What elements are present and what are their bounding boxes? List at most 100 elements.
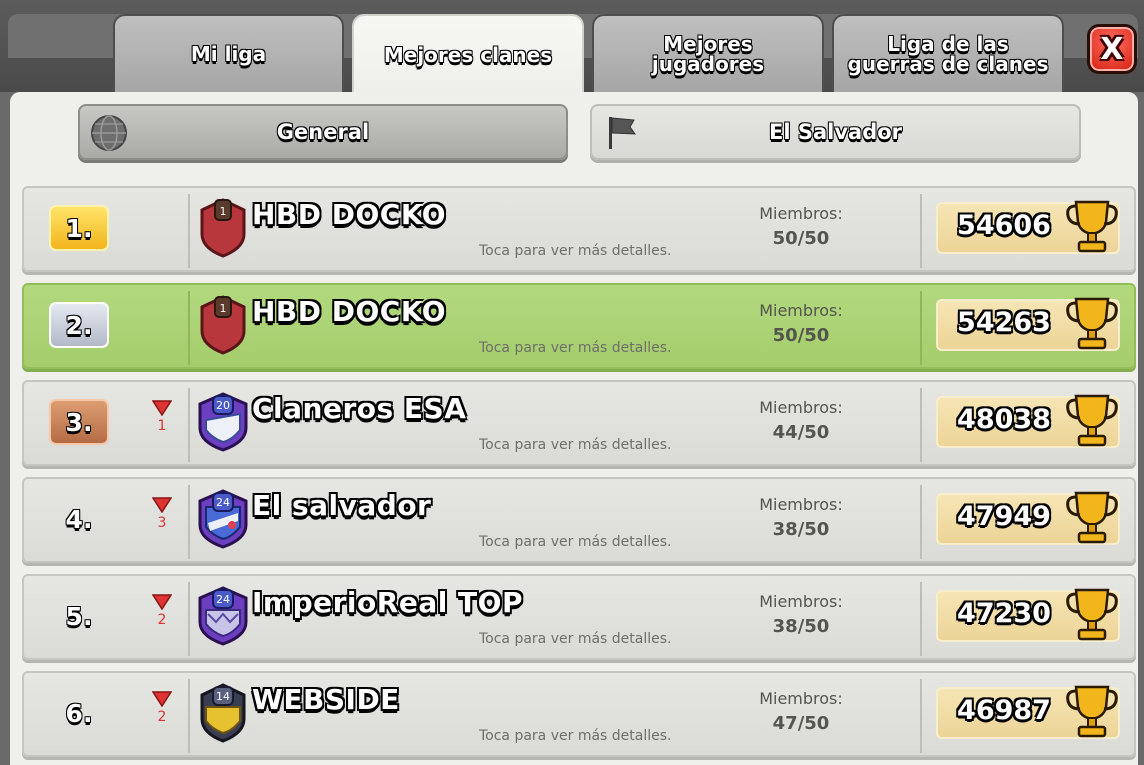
filter-global-label: General: [276, 120, 370, 144]
filter-country-label: El Salvador: [768, 120, 903, 144]
clan-level-text: 20: [216, 399, 230, 412]
rank-badge: 6.: [65, 698, 93, 728]
row-divider: [920, 485, 922, 559]
row-divider: [188, 291, 190, 365]
tab-top-players[interactable]: Mejores jugadores: [592, 14, 824, 92]
clan-row[interactable]: 1. 1 HBD DOCKO Toca para ver más detalle…: [22, 186, 1136, 272]
tab-my-league[interactable]: Mi liga: [113, 14, 344, 92]
rank-change-value: 1: [157, 418, 167, 434]
clan-name: HBD DOCKO: [252, 198, 447, 231]
tab-top-players-label: Mejores jugadores: [651, 32, 765, 76]
members-count: 38/50: [772, 616, 830, 637]
arrow-down-icon: [152, 691, 172, 707]
trophy-score-box: 54263: [936, 297, 1120, 351]
close-button[interactable]: X: [1087, 24, 1137, 74]
trophy-icon: [1066, 588, 1118, 641]
trophy-score: 54263: [957, 307, 1051, 338]
trophy-score-box: 46987: [936, 685, 1120, 739]
row-divider: [920, 679, 922, 753]
members-label: Miembros:: [759, 689, 843, 708]
rank-change-value: 2: [157, 612, 167, 628]
clan-row[interactable]: 2. 1 HBD DOCKO Toca para ver más detalle…: [22, 283, 1136, 369]
clan-badge-icon: 1: [200, 198, 246, 258]
rank-change-value: 2: [157, 709, 167, 725]
tab-my-league-label: Mi liga: [190, 42, 267, 66]
clan-badge-icon: 24: [198, 489, 248, 549]
tab-clan-war-league-label: Liga de las guerras de clanes: [847, 32, 1049, 76]
clan-level-text: 1: [220, 205, 227, 218]
members-count: 38/50: [772, 519, 830, 540]
flag-icon: [609, 117, 637, 149]
members-label: Miembros:: [759, 495, 843, 514]
members-count: 50/50: [772, 228, 830, 249]
arrow-down-icon: [152, 400, 172, 416]
clan-level-text: 14: [216, 690, 230, 703]
clan-badge-icon: 1: [200, 295, 246, 355]
trophy-score: 47230: [957, 598, 1051, 629]
row-divider: [188, 679, 190, 753]
trophy-score: 54606: [957, 210, 1051, 241]
clan-name: WEBSIDE: [252, 683, 400, 716]
row-divider: [920, 291, 922, 365]
trophy-icon: [1066, 685, 1118, 738]
trophy-icon: [1066, 200, 1118, 253]
members-count: 47/50: [772, 713, 830, 734]
rank-badge: 2.: [49, 302, 109, 348]
clan-name: ImperioReal TOP: [252, 586, 523, 619]
tab-clan-war-league[interactable]: Liga de las guerras de clanes: [832, 14, 1064, 92]
tab-top-clans-label: Mejores clanes: [383, 43, 553, 67]
rank-change: 2: [150, 594, 174, 627]
trophy-score-box: 48038: [936, 394, 1120, 448]
row-hint: Toca para ver más detalles.: [479, 534, 672, 550]
clan-row[interactable]: 3. 1 20 Claneros ESA Toca para ver más d…: [22, 380, 1136, 466]
clan-badge-icon: 24: [198, 586, 248, 646]
arrow-down-icon: [152, 594, 172, 610]
trophy-icon: [1066, 394, 1118, 447]
clan-row[interactable]: 6. 2 14 WEBSIDE Toca para ver más detall…: [22, 671, 1136, 757]
clan-row[interactable]: 4. 3 24 El salvador Toca para ver más de…: [22, 477, 1136, 563]
trophy-score: 46987: [957, 695, 1051, 726]
tab-top-clans[interactable]: Mejores clanes: [352, 14, 584, 94]
rank-change: 1: [150, 400, 174, 433]
rank-badge: 4.: [65, 504, 93, 534]
close-icon: X: [1100, 31, 1124, 67]
clan-name: Claneros ESA: [252, 392, 467, 425]
row-divider: [920, 582, 922, 656]
clan-row[interactable]: 5. 2 24 ImperioReal TOP Toca para ver má…: [22, 574, 1136, 660]
rank-badge: 5.: [65, 601, 93, 631]
clan-name: HBD DOCKO: [252, 295, 447, 328]
trophy-score-box: 47230: [936, 588, 1120, 642]
rank-change-value: 3: [157, 515, 167, 531]
clan-badge-icon: 20: [198, 392, 248, 452]
row-divider: [920, 388, 922, 462]
row-divider: [188, 388, 190, 462]
trophy-score-box: 47949: [936, 491, 1120, 545]
row-divider: [188, 582, 190, 656]
row-hint: Toca para ver más detalles.: [479, 631, 672, 647]
rank-badge: 3.: [49, 399, 109, 445]
clan-level-text: 24: [216, 593, 230, 606]
row-divider: [188, 194, 190, 268]
trophy-icon: [1066, 491, 1118, 544]
row-hint: Toca para ver más detalles.: [479, 340, 672, 356]
clan-name: El salvador: [252, 489, 432, 522]
members-label: Miembros:: [759, 398, 843, 417]
trophy-score: 47949: [957, 501, 1051, 532]
members-label: Miembros:: [759, 301, 843, 320]
members-label: Miembros:: [759, 592, 843, 611]
members-count: 44/50: [772, 422, 830, 443]
row-divider: [920, 194, 922, 268]
rank-change: 3: [150, 497, 174, 530]
rank-change: 2: [150, 691, 174, 724]
arrow-down-icon: [152, 497, 172, 513]
clan-level-text: 24: [216, 496, 230, 509]
filter-global-button[interactable]: General: [78, 104, 568, 160]
rank-badge: 1.: [49, 205, 109, 251]
members-label: Miembros:: [759, 204, 843, 223]
clan-badge-icon: 14: [200, 683, 246, 743]
filter-country-button[interactable]: El Salvador: [590, 104, 1081, 160]
members-count: 50/50: [772, 325, 830, 346]
trophy-score: 48038: [957, 404, 1051, 435]
row-hint: Toca para ver más detalles.: [479, 437, 672, 453]
trophy-score-box: 54606: [936, 200, 1120, 254]
